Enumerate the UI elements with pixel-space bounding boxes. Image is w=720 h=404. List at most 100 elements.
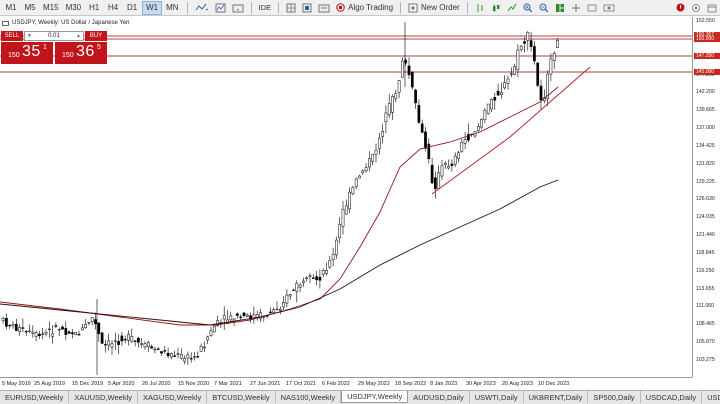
chart-tab[interactable]: SP500,Daily [588,391,641,403]
candle-body [344,205,348,215]
signals-button[interactable] [688,1,704,15]
objects-button[interactable] [600,1,618,15]
trend-line [431,66,591,195]
candle-body [133,340,137,342]
chart-tab[interactable]: BTCUSD,Weekly [207,391,276,403]
decrease-arrow-icon[interactable]: ▼ [27,33,32,39]
buy-button[interactable]: BUY [85,31,107,41]
time-tick-label: 27 Jun 2021 [250,381,281,387]
chart-tab[interactable]: XAGUSD,Weekly [138,391,208,403]
price-tick-label: 134.425 [696,142,715,149]
chart-tab[interactable]: USDJPY,Weekly [341,391,409,403]
grid-icon [286,3,296,12]
separator [250,1,252,14]
candlesticks-button[interactable] [488,1,504,15]
templates-button[interactable] [229,1,247,15]
candle-body [123,338,127,341]
buy-price-prefix: 150 [62,52,74,59]
candle-body [156,348,160,350]
lot-size-input[interactable]: ▼ 0.01 ▲ [24,31,84,41]
chart-tab[interactable]: USDCAD,Daily [641,391,703,403]
candle-body [193,356,196,358]
algo-trading-button[interactable]: Algo Trading [333,1,396,15]
time-tick-label: 15 Nov 2020 [178,381,210,387]
candle-body [480,119,483,128]
candle-body [146,342,150,347]
candle-body [529,40,533,47]
candle-body [384,112,388,122]
chart-area[interactable]: USDJPY, Weekly: US Dollar / Japanese Yen… [0,17,720,390]
candle-body [74,331,78,336]
zoom-in-button[interactable] [520,1,536,15]
timeframe-m5[interactable]: M5 [21,1,39,15]
timeframe-mn[interactable]: MN [163,1,181,15]
auto-scroll-button[interactable] [315,1,333,15]
chart-shift-icon [302,3,312,12]
candle-body [361,170,365,173]
indicators-button[interactable] [212,1,229,15]
chart-tab[interactable]: USWTI,Daily [470,391,524,403]
chart-tab[interactable]: EURUSD,Weekly [0,391,70,403]
candle-body [150,346,153,349]
candle-body [80,327,84,331]
period-separator-button[interactable] [584,1,600,15]
candle-body [21,327,25,329]
candle-body [54,325,58,327]
candle-body [460,141,464,152]
timeframe-m1[interactable]: M1 [2,1,20,15]
candle-body [239,316,243,319]
new-order-button[interactable]: New Order [405,1,463,15]
chart-type-button[interactable] [192,1,212,15]
line-chart-button[interactable] [504,1,520,15]
sell-price-box[interactable]: 150 35 1 [1,42,53,64]
ide-button[interactable]: IDE [256,1,275,15]
candle-body [302,280,305,283]
crosshair-button[interactable] [568,1,584,15]
candle-body [278,308,282,311]
fast-moving-average-line [0,86,559,326]
timeframe-d1[interactable]: D1 [123,1,141,15]
bar-chart-button[interactable] [472,1,488,15]
candle-body [110,343,114,348]
algo-trading-label: Algo Trading [348,3,394,12]
grid-button[interactable] [283,1,299,15]
chart-tab[interactable]: USDCHF,Daily [702,391,720,403]
tile-windows-button[interactable] [552,1,568,15]
candle-body [450,163,454,166]
candle-body [222,315,226,320]
timeframe-m15[interactable]: M15 [40,1,62,15]
time-scale[interactable]: 5 May 2019 25 Aug 2019 15 Dec 2019 5 Apr 20… [0,377,692,390]
time-tick-label: 30 Apr 2023 [466,381,496,387]
timeframe-h4[interactable]: H4 [104,1,122,15]
price-tick-label: 103.275 [696,357,715,363]
timeframe-m30[interactable]: M30 [63,1,85,15]
line-chart-icon [195,3,208,11]
candle-body [57,329,61,331]
candle-body [272,309,276,313]
zoom-out-button[interactable] [536,1,552,15]
separator [466,1,468,14]
calendar-button[interactable] [704,1,720,15]
buy-price-box[interactable]: 150 36 5 [55,42,107,64]
price-tick-label: 129.225 [696,178,715,185]
candle-body [377,137,381,149]
candle-body [397,80,401,93]
chart-tab[interactable]: UKBRENT,Daily [524,391,589,403]
chart-tab[interactable]: AUDUSD,Daily [408,391,470,403]
price-tick-label: 126.630 [696,196,715,203]
sell-button[interactable]: SELL [1,31,23,41]
time-tick-label: 7 Mar 2021 [214,381,242,387]
alert-button[interactable] [673,1,688,15]
candle-body [176,353,180,355]
candle-body [87,322,91,324]
chart-shift-button[interactable] [299,1,315,15]
increase-arrow-icon[interactable]: ▲ [76,33,81,39]
chart-tab[interactable]: XAUUSD,Weekly [69,391,139,403]
chart-tab[interactable]: NAS100,Weekly [276,391,342,403]
timeframe-h1[interactable]: H1 [85,1,103,15]
calendar-icon [707,4,717,12]
candle-body [493,97,497,101]
price-scale[interactable]: 152.550149.815147.080144.365142.200139.6… [692,17,720,377]
candle-body [387,103,391,116]
timeframe-w1[interactable]: W1 [142,0,163,15]
